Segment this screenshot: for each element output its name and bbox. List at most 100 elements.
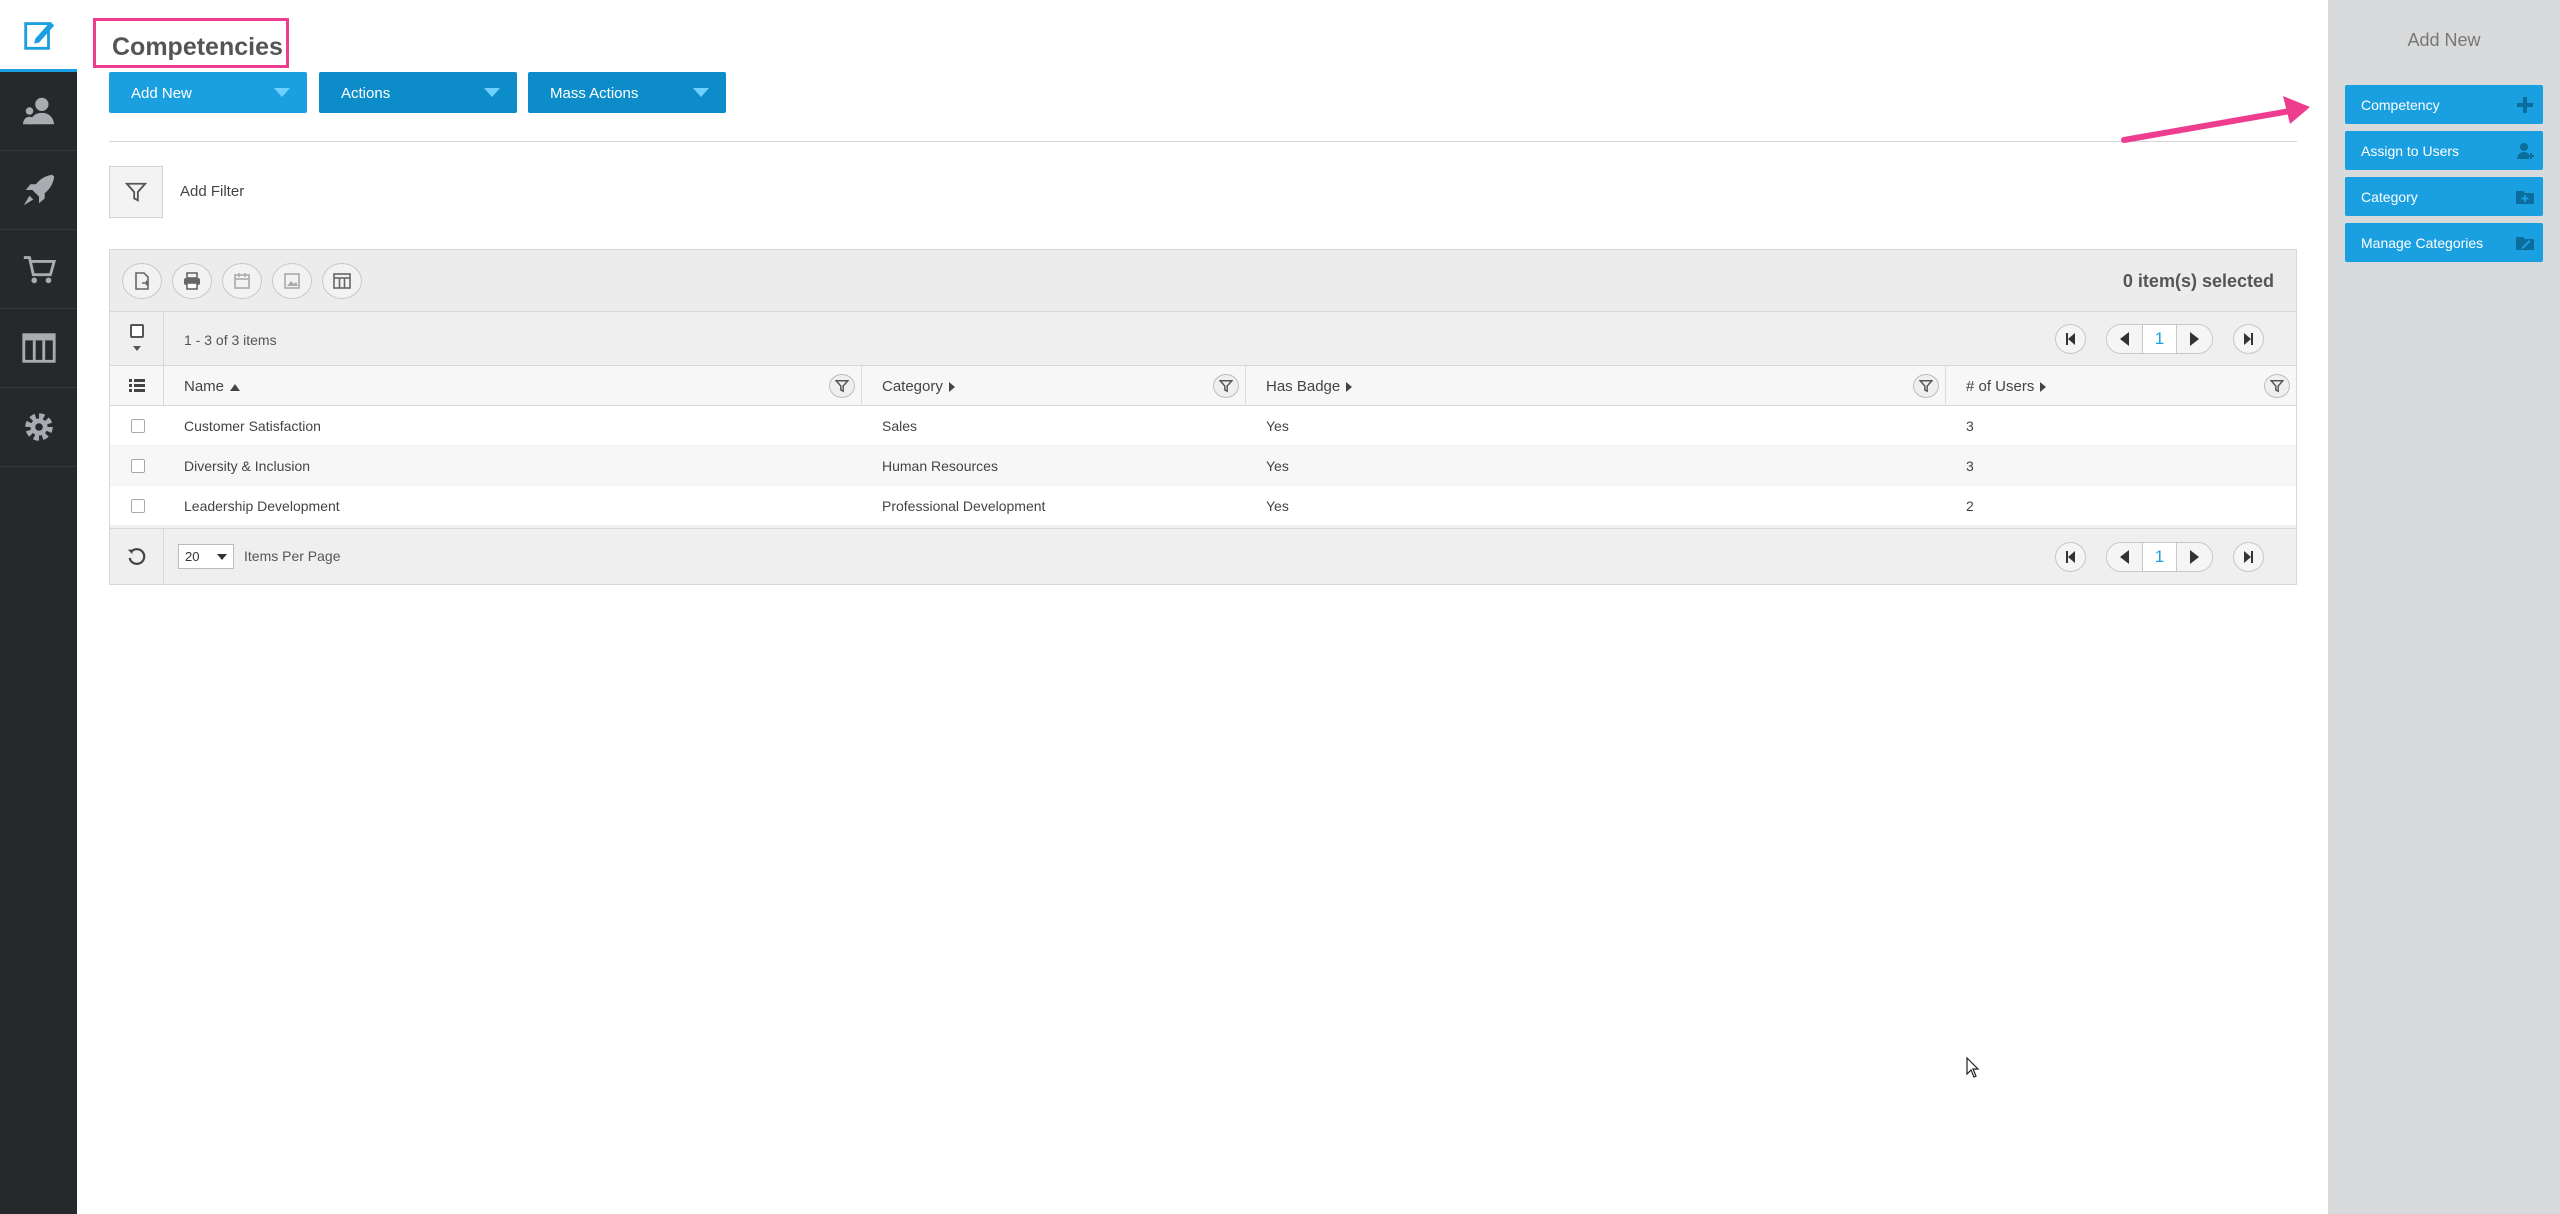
chevron-down-icon bbox=[217, 554, 227, 560]
add-new-button[interactable]: Add New bbox=[109, 72, 307, 113]
select-all-menu[interactable] bbox=[110, 312, 164, 366]
competencies-grid: 0 item(s) selected 1 - 3 of 3 items 1 Na… bbox=[109, 249, 2297, 585]
manage-categories-label: Manage Categories bbox=[2361, 235, 2484, 251]
first-page-button[interactable] bbox=[2055, 324, 2086, 354]
actions-label: Actions bbox=[341, 85, 391, 102]
manage-categories-button[interactable]: Manage Categories bbox=[2345, 223, 2543, 262]
page-nav-group: 1 bbox=[2106, 324, 2213, 354]
list-icon bbox=[128, 379, 145, 392]
range-text: 1 - 3 of 3 items bbox=[184, 332, 277, 348]
pager-bottom: 1 bbox=[2055, 542, 2264, 572]
chevron-right-icon bbox=[2190, 332, 2199, 346]
column-header-name[interactable]: Name bbox=[164, 366, 862, 406]
print-button[interactable] bbox=[172, 263, 212, 299]
next-page-button[interactable] bbox=[2177, 543, 2212, 571]
cart-icon bbox=[23, 256, 56, 284]
add-new-panel: Add New Competency Assign to Users Categ… bbox=[2328, 0, 2560, 1214]
folder-add-icon bbox=[2516, 191, 2534, 204]
cell-name[interactable]: Diversity & Inclusion bbox=[184, 458, 310, 474]
items-per-page-select[interactable]: 20 bbox=[178, 544, 234, 569]
image-button[interactable] bbox=[272, 263, 312, 299]
gear-icon bbox=[24, 413, 53, 441]
sort-asc-icon bbox=[230, 383, 241, 391]
nav-item-store[interactable] bbox=[0, 230, 77, 309]
table-row[interactable]: Leadership Development Professional Deve… bbox=[110, 486, 2296, 526]
chevron-down-icon bbox=[693, 88, 709, 97]
column-header-has-badge[interactable]: Has Badge bbox=[1246, 366, 1946, 406]
last-page-button[interactable] bbox=[2233, 324, 2264, 354]
page-title: Competencies bbox=[93, 18, 289, 68]
cell-users: 3 bbox=[1966, 458, 1974, 474]
last-page-button[interactable] bbox=[2233, 542, 2264, 572]
row-checkbox[interactable] bbox=[131, 419, 145, 433]
last-page-icon bbox=[2244, 333, 2253, 345]
assign-to-users-button[interactable]: Assign to Users bbox=[2345, 131, 2543, 170]
next-page-button[interactable] bbox=[2177, 325, 2212, 353]
add-filter-label[interactable]: Add Filter bbox=[180, 183, 244, 200]
chevron-down-icon bbox=[484, 88, 500, 97]
left-nav bbox=[0, 0, 77, 1214]
cell-has-badge: Yes bbox=[1266, 458, 1289, 474]
column-filter-button[interactable] bbox=[1913, 374, 1939, 398]
add-category-button[interactable]: Category bbox=[2345, 177, 2543, 216]
printer-icon bbox=[184, 272, 200, 290]
chevron-left-icon bbox=[2120, 550, 2129, 564]
row-options-header[interactable] bbox=[110, 366, 164, 406]
calendar-button[interactable] bbox=[222, 263, 262, 299]
cell-name[interactable]: Leadership Development bbox=[184, 498, 340, 514]
nav-item-users[interactable] bbox=[0, 72, 77, 151]
nav-item-layout[interactable] bbox=[0, 309, 77, 388]
image-icon bbox=[284, 273, 300, 289]
row-checkbox[interactable] bbox=[131, 459, 145, 473]
mass-actions-button[interactable]: Mass Actions bbox=[528, 72, 726, 113]
add-filter-button[interactable] bbox=[109, 166, 163, 218]
refresh-icon bbox=[127, 548, 145, 565]
mouse-cursor-icon bbox=[1966, 1057, 1980, 1078]
table-row[interactable]: Diversity & Inclusion Human Resources Ye… bbox=[110, 446, 2296, 486]
mass-actions-label: Mass Actions bbox=[550, 85, 639, 102]
column-label-category: Category bbox=[882, 378, 943, 395]
column-header-category[interactable]: Category bbox=[862, 366, 1246, 406]
grid-footer: 20 Items Per Page 1 bbox=[110, 528, 2296, 585]
refresh-button[interactable] bbox=[110, 529, 164, 585]
cell-category: Human Resources bbox=[882, 458, 998, 474]
column-filter-button[interactable] bbox=[2264, 374, 2290, 398]
cell-category: Professional Development bbox=[882, 498, 1046, 514]
page-nav-group: 1 bbox=[2106, 542, 2213, 572]
add-competency-button[interactable]: Competency bbox=[2345, 85, 2543, 124]
actions-button[interactable]: Actions bbox=[319, 72, 517, 113]
add-category-label: Category bbox=[2361, 189, 2418, 205]
export-button[interactable] bbox=[122, 263, 162, 299]
first-page-button[interactable] bbox=[2055, 542, 2086, 572]
last-page-icon bbox=[2244, 551, 2253, 563]
select-all-checkbox[interactable] bbox=[130, 324, 144, 338]
sort-icon bbox=[2040, 382, 2047, 393]
column-filter-button[interactable] bbox=[1213, 374, 1239, 398]
prev-page-button[interactable] bbox=[2107, 543, 2142, 571]
funnel-icon bbox=[125, 182, 147, 202]
column-header-users[interactable]: # of Users bbox=[1946, 366, 2296, 406]
user-add-icon bbox=[2517, 143, 2534, 159]
cell-category: Sales bbox=[882, 418, 918, 434]
edit-document-icon bbox=[23, 21, 54, 50]
items-per-page-label: Items Per Page bbox=[244, 548, 341, 564]
cell-name[interactable]: Customer Satisfaction bbox=[184, 418, 321, 434]
columns-button[interactable] bbox=[322, 263, 362, 299]
grid-toolbar: 0 item(s) selected bbox=[110, 250, 2296, 312]
current-page[interactable]: 1 bbox=[2142, 325, 2177, 353]
nav-item-settings[interactable] bbox=[0, 388, 77, 467]
table-row[interactable]: Customer Satisfaction Sales Yes 3 bbox=[110, 406, 2296, 446]
chevron-down-icon bbox=[133, 346, 141, 351]
nav-item-competencies[interactable] bbox=[0, 0, 77, 72]
funnel-icon bbox=[1919, 380, 1933, 393]
nav-item-launch[interactable] bbox=[0, 151, 77, 230]
main-content: Competencies Add New Actions Mass Action… bbox=[77, 0, 2328, 1214]
chevron-left-icon bbox=[2120, 332, 2129, 346]
row-checkbox[interactable] bbox=[131, 499, 145, 513]
column-filter-button[interactable] bbox=[829, 374, 855, 398]
pager-top: 1 - 3 of 3 items 1 bbox=[110, 312, 2296, 366]
prev-page-button[interactable] bbox=[2107, 325, 2142, 353]
current-page[interactable]: 1 bbox=[2142, 543, 2177, 571]
cell-has-badge: Yes bbox=[1266, 418, 1289, 434]
add-competency-label: Competency bbox=[2361, 97, 2440, 113]
